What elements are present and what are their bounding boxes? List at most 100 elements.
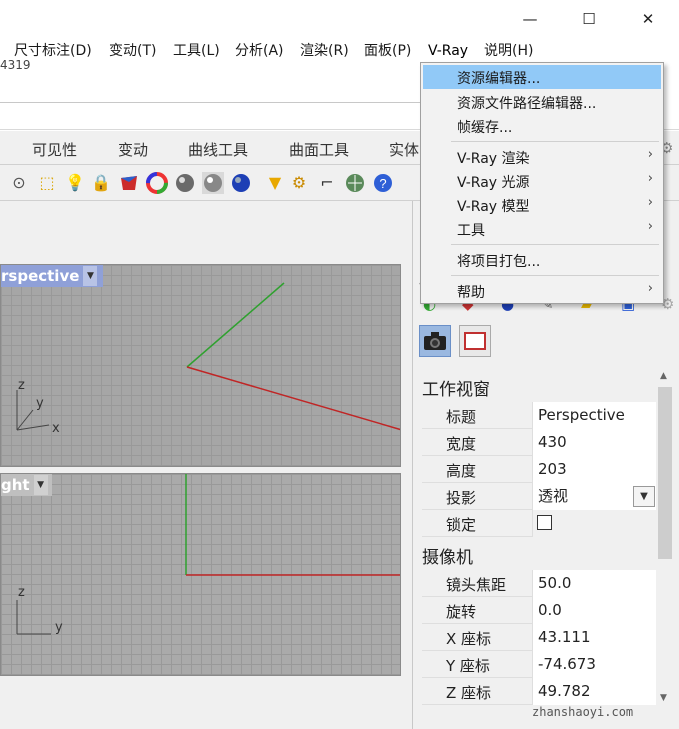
perspective-grid-axes: [16, 282, 400, 431]
lightbulb-icon[interactable]: 💡: [64, 172, 86, 194]
lens-length-field[interactable]: 50.0: [532, 570, 656, 597]
rotation-field[interactable]: 0.0: [532, 597, 656, 624]
menu-tools[interactable]: 工具(L): [173, 40, 220, 62]
prop-row-y: Y 座标 -74.673: [422, 651, 656, 678]
prop-row-lens: 镜头焦距 50.0: [422, 570, 656, 597]
chevron-right-icon: ›: [647, 219, 653, 234]
prop-row-rotation: 旋转 0.0: [422, 597, 656, 624]
tab-visibility[interactable]: 可见性: [32, 139, 77, 160]
viewport-rect-button[interactable]: [459, 325, 491, 357]
material-icon[interactable]: [118, 172, 140, 194]
menu-help[interactable]: 说明(H): [484, 40, 533, 62]
viewport-width-field[interactable]: 430: [532, 429, 656, 456]
tab-solid[interactable]: 实体: [389, 139, 419, 160]
chevron-right-icon: ›: [647, 195, 653, 210]
help-icon[interactable]: ?: [372, 172, 394, 194]
color-wheel-icon[interactable]: [146, 172, 168, 194]
circle-dot-icon[interactable]: ⊙: [8, 172, 30, 194]
menu-item-help[interactable]: 帮助 ›: [423, 279, 661, 303]
menu-separator: [451, 244, 659, 245]
svg-text:?: ?: [379, 176, 386, 191]
command-history-text: 4319: [0, 58, 31, 72]
prop-row-x: X 座标 43.111: [422, 624, 656, 651]
prop-row-lock: 锁定: [422, 510, 656, 537]
axis-z-label: z: [18, 585, 25, 600]
viewport-area: rspective ▼ z y x ght ▼ z y: [0, 201, 412, 729]
chevron-down-icon[interactable]: ▼: [83, 266, 98, 286]
menu-analyze[interactable]: 分析(A): [235, 40, 284, 62]
chevron-down-icon[interactable]: ▼: [633, 486, 655, 507]
right-grid-axes: [16, 474, 400, 635]
scroll-thumb[interactable]: [658, 387, 672, 559]
title-bar: — ☐ ✕: [0, 0, 679, 38]
close-icon: ✕: [641, 10, 655, 28]
axis-z-label: z: [18, 378, 25, 393]
gear-cog-icon[interactable]: ⚙: [288, 172, 310, 194]
prop-row-title: 标题 Perspective: [422, 402, 656, 429]
menu-item-vray-render[interactable]: V-Ray 渲染 ›: [423, 145, 661, 169]
menu-item-pack-project[interactable]: 将项目打包...: [423, 248, 661, 272]
camera-button[interactable]: [419, 325, 451, 357]
minimize-button[interactable]: —: [507, 4, 553, 34]
globe-icon[interactable]: [344, 172, 366, 194]
menu-panels[interactable]: 面板(P): [364, 40, 411, 62]
menu-vray[interactable]: V-Ray: [428, 40, 468, 62]
z-coord-field[interactable]: 49.782: [532, 678, 656, 705]
axis-y-label: y: [36, 396, 44, 411]
menu-item-asset-path-editor[interactable]: 资源文件路径编辑器...: [423, 90, 661, 114]
menu-item-frame-buffer[interactable]: 帧缓存...: [423, 114, 661, 138]
sphere-shaded-icon[interactable]: [202, 172, 224, 194]
maximize-icon: ☐: [582, 10, 596, 28]
panel-scrollbar[interactable]: ▲ ▼: [656, 371, 674, 703]
menu-item-vray-lights[interactable]: V-Ray 光源 ›: [423, 169, 661, 193]
rectangle-icon: [464, 332, 486, 350]
y-coord-field[interactable]: -74.673: [532, 651, 656, 678]
lock-icon[interactable]: 🔒: [90, 172, 112, 194]
command-divider: [0, 102, 420, 103]
minimize-icon: —: [522, 10, 538, 28]
chevron-right-icon: ›: [647, 147, 653, 162]
menu-item-asset-editor[interactable]: 资源编辑器...: [423, 65, 661, 89]
vray-dropdown-menu: 资源编辑器... 资源文件路径编辑器... 帧缓存... V-Ray 渲染 › …: [420, 62, 664, 304]
prop-row-height: 高度 203: [422, 456, 656, 483]
sphere-gray-icon[interactable]: [174, 172, 196, 194]
right-viewport-title[interactable]: ght ▼: [1, 474, 52, 496]
viewport-title-field[interactable]: Perspective: [532, 402, 656, 429]
camera-section-title: 摄像机: [422, 548, 473, 568]
prop-row-width: 宽度 430: [422, 429, 656, 456]
axis-x-label: x: [52, 421, 60, 436]
render-cone-icon[interactable]: ▼: [264, 172, 286, 194]
perspective-viewport-title[interactable]: rspective ▼: [1, 265, 104, 287]
scroll-up-icon[interactable]: ▲: [660, 371, 667, 381]
chevron-right-icon: ›: [647, 171, 653, 186]
sphere-blue-icon[interactable]: [230, 172, 252, 194]
menu-transform[interactable]: 变动(T): [109, 40, 156, 62]
viewport-height-field[interactable]: 203: [532, 456, 656, 483]
axis-y-label: y: [55, 620, 63, 635]
viewport-section-title: 工作视窗: [422, 380, 490, 400]
x-coord-field[interactable]: 43.111: [532, 624, 656, 651]
menu-render[interactable]: 渲染(R): [300, 40, 349, 62]
dimension-icon[interactable]: ⌐: [316, 172, 338, 194]
tab-surface-tools[interactable]: 曲面工具: [289, 139, 349, 160]
close-button[interactable]: ✕: [625, 4, 671, 34]
maximize-button[interactable]: ☐: [566, 4, 612, 34]
menu-separator: [451, 141, 659, 142]
right-viewport[interactable]: ght ▼ z y: [0, 473, 401, 676]
scroll-down-icon[interactable]: ▼: [660, 693, 667, 703]
watermark-text: zhanshaoyi.com: [532, 705, 634, 719]
prop-row-z: Z 座标 49.782: [422, 678, 656, 705]
chevron-right-icon: ›: [647, 281, 653, 296]
select-points-icon[interactable]: ⬚: [36, 172, 58, 194]
perspective-viewport[interactable]: rspective ▼ z y x: [0, 264, 401, 467]
lock-checkbox[interactable]: [537, 515, 552, 530]
prop-row-projection: 投影 透视 ▼: [422, 483, 656, 510]
chevron-down-icon[interactable]: ▼: [33, 475, 48, 495]
menu-bar: 尺寸标注(D) 变动(T) 工具(L) 分析(A) 渲染(R) 面板(P) V-…: [0, 38, 679, 107]
tab-transform[interactable]: 变动: [118, 139, 148, 160]
menu-separator: [451, 275, 659, 276]
tab-curve-tools[interactable]: 曲线工具: [188, 139, 248, 160]
camera-icon: [424, 332, 446, 350]
menu-item-vray-geometry[interactable]: V-Ray 模型 ›: [423, 193, 661, 217]
menu-item-tools[interactable]: 工具 ›: [423, 217, 661, 241]
